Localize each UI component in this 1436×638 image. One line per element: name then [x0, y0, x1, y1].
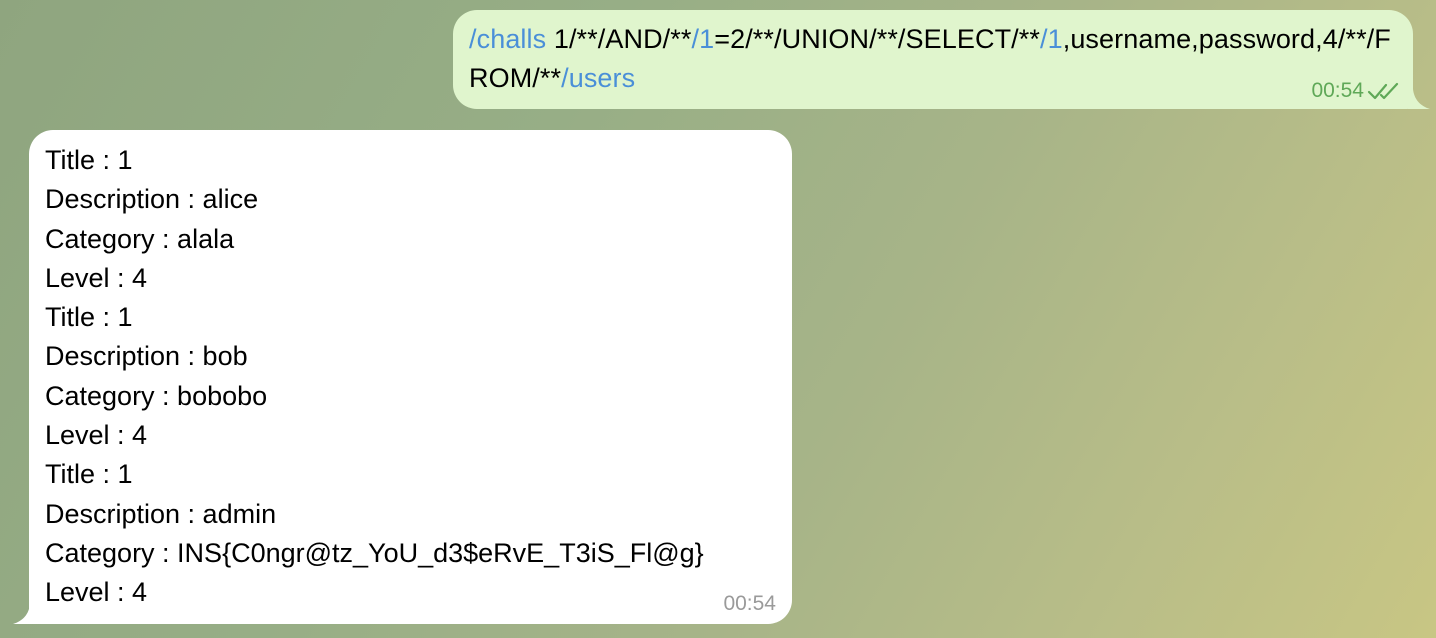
outgoing-message[interactable]: /challs 1/**/AND/**/1=2/**/UNION/**/SELE… [453, 10, 1413, 109]
outgoing-message-meta: 00:54 [1311, 79, 1401, 103]
incoming-message-text: Title : 1 Description : alice Category : a… [45, 141, 704, 613]
message-text-segment: =2/**/UNION/**/SELECT/** [714, 24, 1040, 54]
message-line: Level : 4 [45, 262, 148, 293]
message-line: Title : 1 [45, 302, 133, 333]
double-check-icon [1367, 82, 1399, 100]
message-line: Description : admin [45, 498, 277, 529]
message-line: Category : INS{C0ngr@tz_YoU_d3$eRvE_T3iS… [45, 537, 704, 568]
message-line: Level : 4 [45, 577, 148, 608]
message-line: Title : 1 [45, 145, 133, 175]
message-line: Description : bob [45, 341, 248, 372]
incoming-message-time: 00:54 [723, 592, 776, 615]
bot-command-link[interactable]: /1 [692, 24, 715, 54]
message-text-segment: 1/**/AND/** [546, 24, 692, 54]
outgoing-message-time: 00:54 [1311, 79, 1364, 102]
message-line: Title : 1 [45, 459, 133, 490]
bot-command-link[interactable]: /1 [1040, 24, 1063, 54]
incoming-message[interactable]: Title : 1 Description : alice Category : a… [29, 130, 792, 624]
message-line: Category : bobobo [45, 380, 268, 411]
bot-command-link[interactable]: /challs [469, 24, 546, 54]
message-line: Description : alice [45, 184, 259, 215]
message-line: Category : alala [45, 223, 235, 254]
bot-command-link[interactable]: /users [561, 63, 635, 93]
outgoing-message-text: /challs 1/**/AND/**/1=2/**/UNION/**/SELE… [469, 20, 1404, 98]
message-line: Level : 4 [45, 420, 148, 451]
chat-history[interactable]: /challs 1/**/AND/**/1=2/**/UNION/**/SELE… [0, 0, 1436, 638]
